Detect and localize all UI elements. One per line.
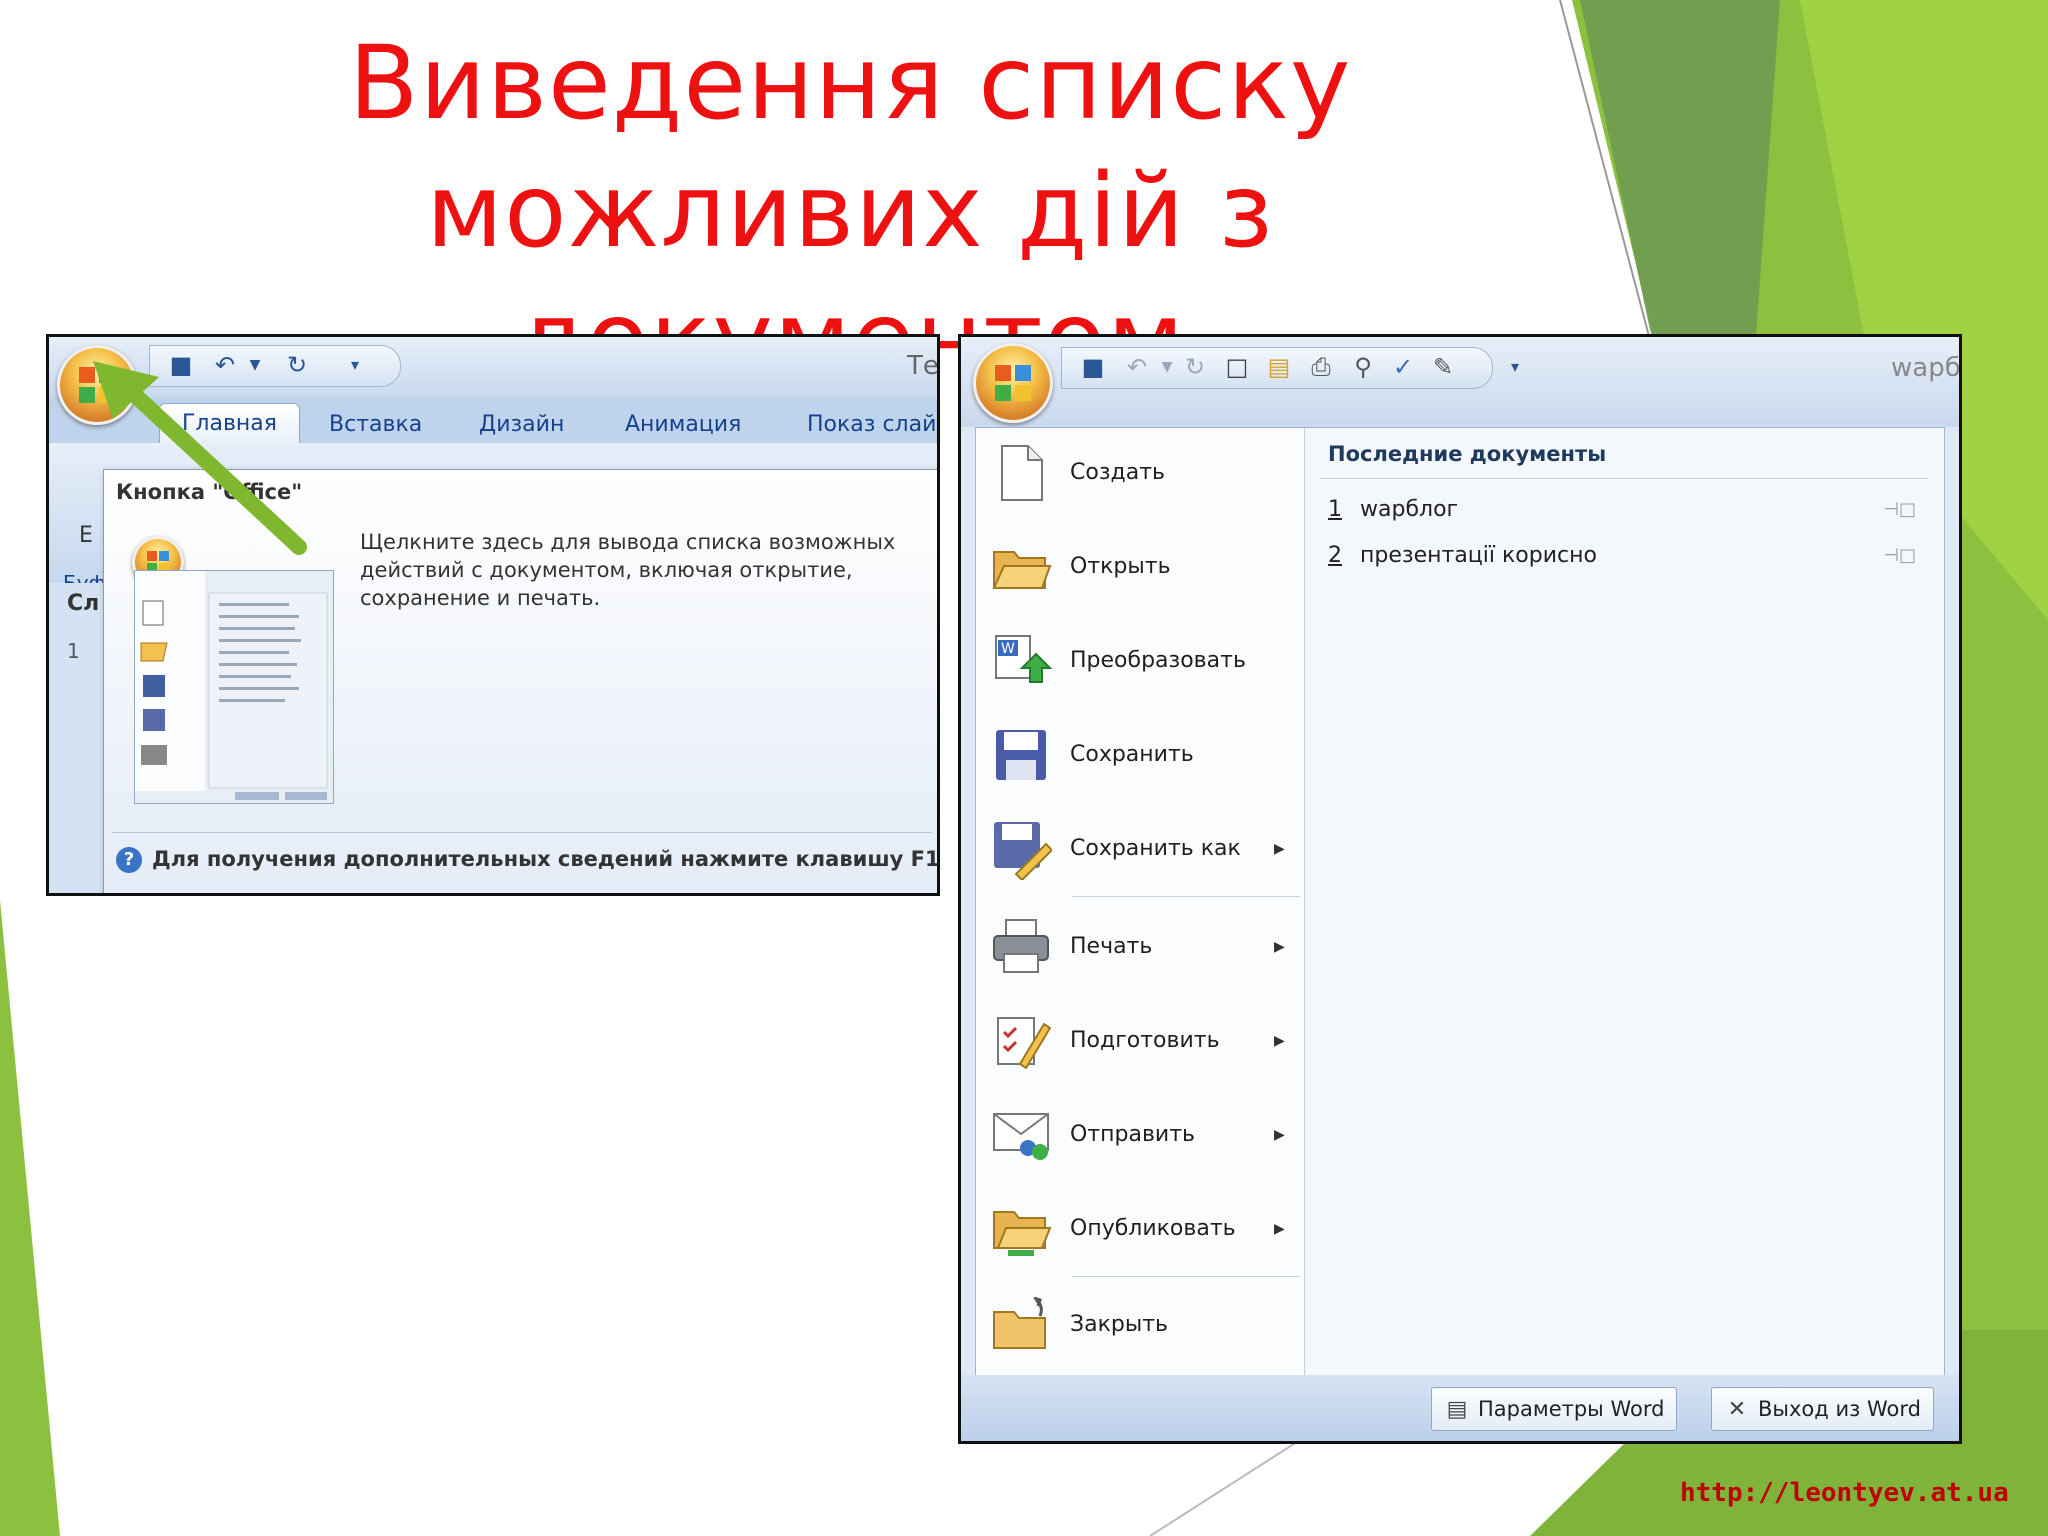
- command-list: Создать Открыть W Преобразовать Сохранит…: [976, 428, 1305, 1376]
- undo-icon[interactable]: ↶: [1123, 353, 1151, 381]
- exit-word-button[interactable]: ✕ Выход из Word: [1711, 1387, 1934, 1431]
- menu-item-publish[interactable]: Опубликовать ▶: [976, 1184, 1304, 1274]
- menu-item-label: Закрыть: [1070, 1312, 1168, 1337]
- word-options-label: Параметры Word: [1478, 1397, 1665, 1421]
- office-menu-screenshot: ■ ↶ ▼ ↻ □ ▤ ⎙ ⚲ ✓ ✎ ▾ wapб Создать Откры…: [958, 334, 1962, 1444]
- save-as-icon: [994, 822, 1052, 880]
- spelling-icon[interactable]: ✓: [1389, 353, 1417, 381]
- menu-item-save[interactable]: Сохранить: [976, 710, 1304, 800]
- customize-qat-icon[interactable]: ▾: [1501, 353, 1529, 381]
- submenu-arrow-icon: ▶: [1274, 1127, 1285, 1143]
- convert-icon: W: [995, 635, 1052, 683]
- close-icon: ✕: [1727, 1397, 1747, 1422]
- menu-item-create[interactable]: Создать: [976, 428, 1304, 518]
- submenu-arrow-icon: ▶: [1274, 841, 1285, 857]
- menu-item-label: Создать: [1070, 460, 1165, 485]
- menu-item-label: Преобразовать: [1070, 648, 1246, 673]
- source-link[interactable]: http://leontyev.at.ua: [1680, 1478, 2009, 1508]
- edit-icon[interactable]: ✎: [1429, 353, 1457, 381]
- window-title: wapб: [1891, 353, 1961, 383]
- prepare-icon: [997, 1017, 1052, 1070]
- submenu-arrow-icon: ▶: [1274, 939, 1285, 955]
- close-folder-icon: [993, 1296, 1046, 1349]
- recent-document-name: презентації корисно: [1360, 543, 1597, 568]
- menu-item-label: Печать: [1070, 934, 1153, 959]
- submenu-arrow-icon: ▶: [1274, 1221, 1285, 1237]
- menu-item-label: Сохранить: [1070, 742, 1194, 767]
- new-document-icon[interactable]: □: [1223, 353, 1251, 381]
- recent-documents-divider: [1320, 478, 1928, 479]
- recent-documents-title: Последние документы: [1328, 442, 1607, 466]
- menu-item-convert[interactable]: W Преобразовать: [976, 616, 1304, 706]
- office-logo-icon: [995, 365, 1031, 401]
- office-menu: Создать Открыть W Преобразовать Сохранит…: [975, 427, 1945, 1377]
- print-icon[interactable]: ⎙: [1307, 353, 1335, 381]
- svg-text:W: W: [1001, 641, 1015, 657]
- send-icon: [993, 1113, 1049, 1160]
- redo-icon[interactable]: ↻: [1181, 353, 1209, 381]
- options-icon: ▤: [1446, 1397, 1468, 1422]
- menu-item-label: Отправить: [1070, 1122, 1196, 1147]
- save-icon: [996, 730, 1046, 780]
- menu-item-prepare[interactable]: Подготовить ▶: [976, 996, 1304, 1086]
- recent-document-item[interactable]: 1 wapблог ⊣□: [1328, 490, 1928, 530]
- submenu-arrow-icon: ▶: [1274, 1033, 1285, 1049]
- menu-item-send[interactable]: Отправить ▶: [976, 1090, 1304, 1180]
- open-folder-icon: [992, 551, 1052, 589]
- publish-icon: [993, 1211, 1052, 1256]
- menu-item-label: Опубликовать: [1070, 1216, 1236, 1241]
- recent-document-item[interactable]: 2 презентації корисно ⊣□: [1328, 536, 1928, 576]
- menu-item-label: Открыть: [1070, 554, 1171, 579]
- menu-item-label: Сохранить как: [1070, 836, 1241, 861]
- print-icon: [993, 919, 1049, 973]
- office-button-tooltip-screenshot: ■ ↶ ▼ ↻ ▾ Те Главная Вставка Дизайн Аним…: [46, 334, 940, 896]
- menu-item-label: Подготовить: [1070, 1028, 1220, 1053]
- recent-document-name: wapблог: [1360, 497, 1459, 522]
- open-folder-icon[interactable]: ▤: [1265, 353, 1293, 381]
- menu-item-print[interactable]: Печать ▶: [976, 902, 1304, 992]
- menu-item-open[interactable]: Открыть: [976, 522, 1304, 612]
- menu-divider: [1072, 896, 1300, 897]
- quick-access-toolbar-right: ■ ↶ ▼ ↻ □ ▤ ⎙ ⚲ ✓ ✎ ▾ wapб: [961, 337, 1959, 427]
- recent-document-number: 1: [1328, 497, 1342, 522]
- exit-word-label: Выход из Word: [1758, 1397, 1921, 1421]
- green-arrow-icon: [93, 361, 307, 555]
- save-icon[interactable]: ■: [1079, 353, 1107, 381]
- menu-item-save-as[interactable]: Сохранить как ▶: [976, 804, 1304, 894]
- print-preview-icon[interactable]: ⚲: [1349, 353, 1377, 381]
- new-document-icon: [1001, 445, 1043, 501]
- recent-document-number: 2: [1328, 543, 1342, 568]
- office-menu-footer: ▤ Параметры Word ✕ Выход из Word: [961, 1375, 1959, 1441]
- menu-item-close[interactable]: Закрыть: [976, 1280, 1304, 1370]
- pin-icon[interactable]: ⊣□: [1883, 490, 1916, 530]
- word-options-button[interactable]: ▤ Параметры Word: [1431, 1387, 1678, 1431]
- office-button[interactable]: [973, 343, 1053, 423]
- pin-icon[interactable]: ⊣□: [1883, 536, 1916, 576]
- chevron-down-icon[interactable]: ▼: [1153, 353, 1181, 381]
- menu-divider: [1072, 1276, 1300, 1277]
